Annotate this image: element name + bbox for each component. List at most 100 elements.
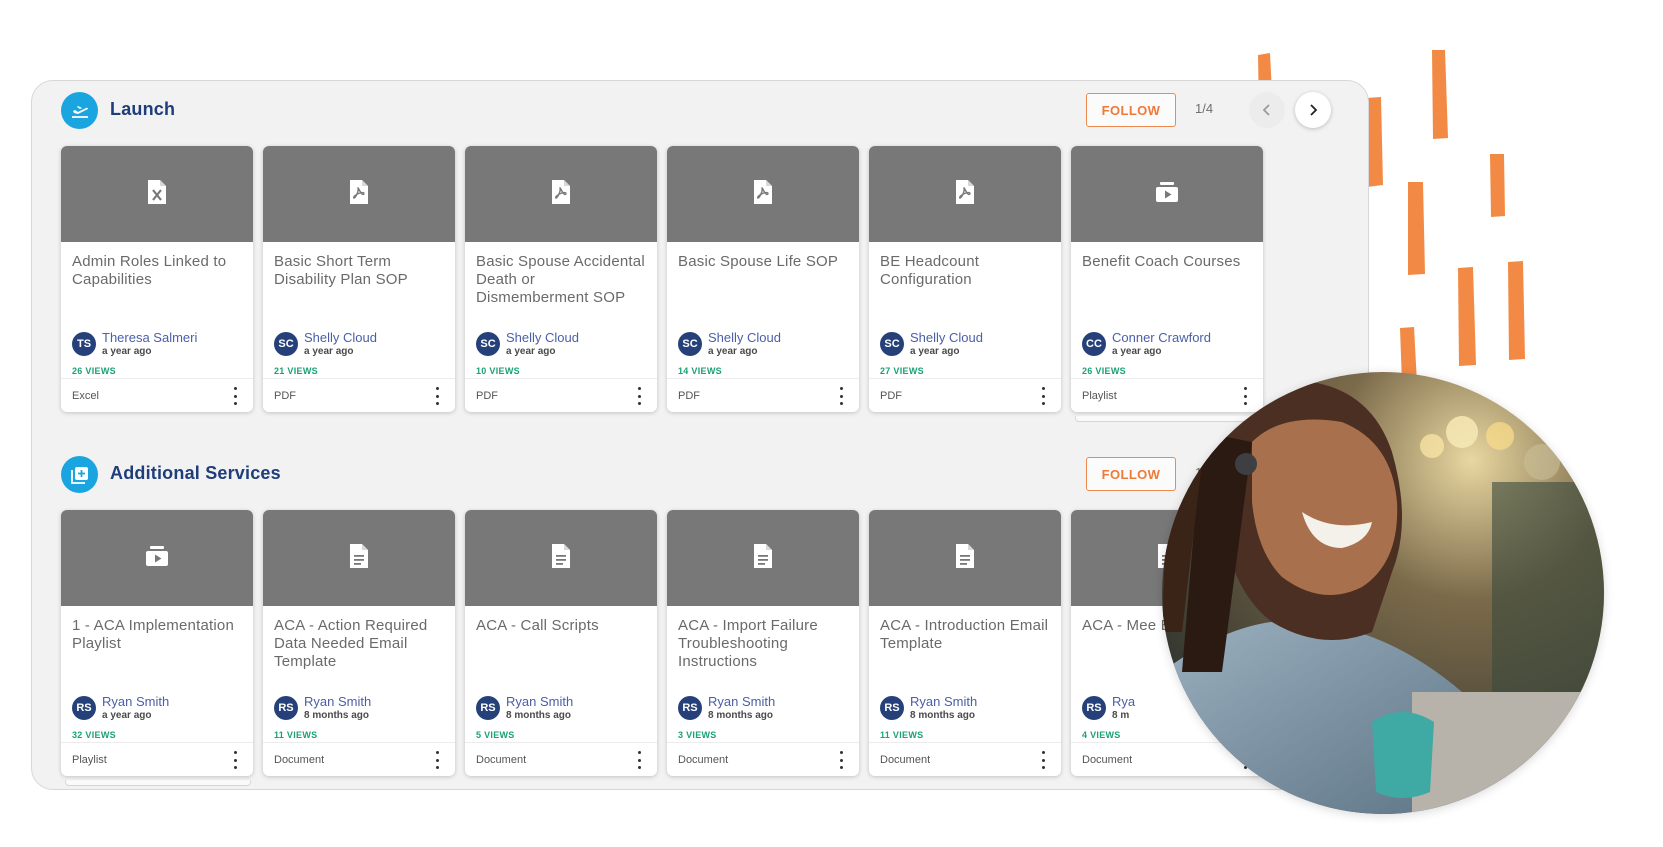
author-timestamp: 8 months ago	[304, 710, 370, 721]
author-name[interactable]: Ryan Smith	[102, 694, 169, 709]
card-title[interactable]: 1 - ACA Implementation Playlist	[72, 617, 243, 653]
avatar[interactable]: RS	[678, 696, 702, 720]
section-launch: Launch FOLLOW 1/4 Admin Roles Linked to Cap…	[32, 81, 1368, 422]
avatar[interactable]: SC	[880, 332, 904, 356]
card-title[interactable]: ACA - Call Scripts	[476, 617, 647, 635]
content-type-label: Document	[1082, 753, 1133, 766]
card-footer: Document	[869, 742, 1061, 776]
view-count: 10 VIEWS	[476, 366, 520, 376]
card-thumbnail	[61, 510, 253, 606]
content-type-label: Playlist	[1082, 389, 1117, 402]
avatar[interactable]: RS	[72, 696, 96, 720]
card-title[interactable]: Basic Spouse Life SOP	[678, 253, 849, 271]
more-options-button[interactable]	[1241, 387, 1249, 405]
avatar[interactable]: SC	[476, 332, 500, 356]
card-title[interactable]: Basic Short Term Disability Plan SOP	[274, 253, 445, 289]
author-timestamp: 8 months ago	[708, 710, 774, 721]
more-options-button[interactable]	[837, 387, 845, 405]
avatar[interactable]: RS	[880, 696, 904, 720]
avatar[interactable]: RS	[1082, 696, 1106, 720]
content-card[interactable]: ACA - Introduction Email Template RS Ryan …	[869, 510, 1061, 776]
more-options-button[interactable]	[433, 751, 441, 769]
content-card[interactable]: ACA - Call Scripts RS Ryan Smith 8 months a…	[465, 510, 657, 776]
section-title[interactable]: Additional Services	[110, 463, 281, 484]
more-options-button[interactable]	[433, 387, 441, 405]
content-card[interactable]: Basic Short Term Disability Plan SOP SC Sh…	[263, 146, 455, 412]
content-card[interactable]: ACA - Action Required Data Needed Email …	[263, 510, 455, 776]
avatar[interactable]: CC	[1082, 332, 1106, 356]
follow-button[interactable]: FOLLOW	[1086, 93, 1176, 127]
author-name[interactable]: Conner Crawford	[1112, 330, 1211, 345]
content-type-label: Document	[880, 753, 931, 766]
more-options-button[interactable]	[635, 751, 643, 769]
vertical-dots-icon	[637, 751, 641, 769]
playlist-icon	[1155, 181, 1179, 208]
card-title[interactable]: Basic Spouse Accidental Death or Dismemb…	[476, 253, 647, 307]
avatar[interactable]: SC	[678, 332, 702, 356]
card-footer: Document	[263, 742, 455, 776]
avatar[interactable]: RS	[274, 696, 298, 720]
vertical-dots-icon	[839, 387, 843, 405]
view-count: 11 VIEWS	[880, 730, 924, 740]
content-card[interactable]: BE Headcount Configuration SC Shelly Cloud…	[869, 146, 1061, 412]
card-footer: Document	[667, 742, 859, 776]
content-card[interactable]: Admin Roles Linked to Capabilities TS Ther…	[61, 146, 253, 412]
avatar[interactable]: SC	[274, 332, 298, 356]
author-name[interactable]: Ryan Smith	[910, 694, 977, 709]
author-name[interactable]: Ryan Smith	[506, 694, 573, 709]
content-card[interactable]: ACA - Import Failure Troubleshooting Ins…	[667, 510, 859, 776]
content-type-label: PDF	[880, 389, 902, 402]
card-thumbnail	[263, 146, 455, 242]
card-footer: PDF	[667, 378, 859, 412]
author-name[interactable]: Ryan Smith	[304, 694, 371, 709]
document-icon	[348, 543, 370, 574]
next-page-button[interactable]	[1295, 92, 1331, 128]
card-title[interactable]: ACA - Introduction Email Template	[880, 617, 1051, 653]
content-card[interactable]: Benefit Coach Courses CC Conner Crawford a …	[1071, 146, 1263, 412]
content-card[interactable]: Basic Spouse Accidental Death or Dismemb…	[465, 146, 657, 412]
author-timestamp: a year ago	[506, 346, 556, 357]
card-thumbnail	[869, 510, 1061, 606]
content-type-label: Document	[476, 753, 527, 766]
more-options-button[interactable]	[837, 751, 845, 769]
view-count: 21 VIEWS	[274, 366, 318, 376]
previous-page-button[interactable]	[1249, 92, 1285, 128]
card-footer: PDF	[869, 378, 1061, 412]
content-card[interactable]: 1 - ACA Implementation Playlist RS Ryan Sm…	[61, 510, 253, 776]
author-name[interactable]: Shelly Cloud	[506, 330, 579, 345]
view-count: 5 VIEWS	[476, 730, 515, 740]
card-title[interactable]: BE Headcount Configuration	[880, 253, 1051, 289]
more-options-button[interactable]	[1039, 387, 1047, 405]
pdf-file-icon	[348, 179, 370, 210]
author-name[interactable]: Shelly Cloud	[910, 330, 983, 345]
card-title[interactable]: Benefit Coach Courses	[1082, 253, 1253, 271]
author-name[interactable]: Ryan Smith	[708, 694, 775, 709]
section-header: Additional ServicesFOLLOW1/	[32, 445, 1368, 507]
author-name[interactable]: Shelly Cloud	[708, 330, 781, 345]
content-card[interactable]: Basic Spouse Life SOP SC Shelly Cloud a yea…	[667, 146, 859, 412]
content-type-label: PDF	[678, 389, 700, 402]
more-options-button[interactable]	[231, 387, 239, 405]
avatar[interactable]: RS	[476, 696, 500, 720]
follow-button[interactable]: FOLLOW	[1086, 457, 1176, 491]
document-icon	[752, 543, 774, 574]
add-library-icon	[61, 456, 98, 493]
excel-file-icon	[146, 179, 168, 210]
airplane-takeoff-icon	[61, 92, 98, 129]
author-name[interactable]: Shelly Cloud	[304, 330, 377, 345]
card-title[interactable]: ACA - Import Failure Troubleshooting Ins…	[678, 617, 849, 671]
card-thumbnail	[1071, 146, 1263, 242]
pdf-file-icon	[752, 179, 774, 210]
author-name[interactable]: Rya	[1112, 694, 1135, 709]
more-options-button[interactable]	[231, 751, 239, 769]
card-title[interactable]: ACA - Action Required Data Needed Email …	[274, 617, 445, 671]
avatar[interactable]: TS	[72, 332, 96, 356]
card-thumbnail	[465, 146, 657, 242]
author-name[interactable]: Theresa Salmeri	[102, 330, 197, 345]
more-options-button[interactable]	[635, 387, 643, 405]
card-title[interactable]: Admin Roles Linked to Capabilities	[72, 253, 243, 289]
card-thumbnail	[263, 510, 455, 606]
more-options-button[interactable]	[1039, 751, 1047, 769]
document-icon	[550, 543, 572, 574]
section-title[interactable]: Launch	[110, 99, 175, 120]
